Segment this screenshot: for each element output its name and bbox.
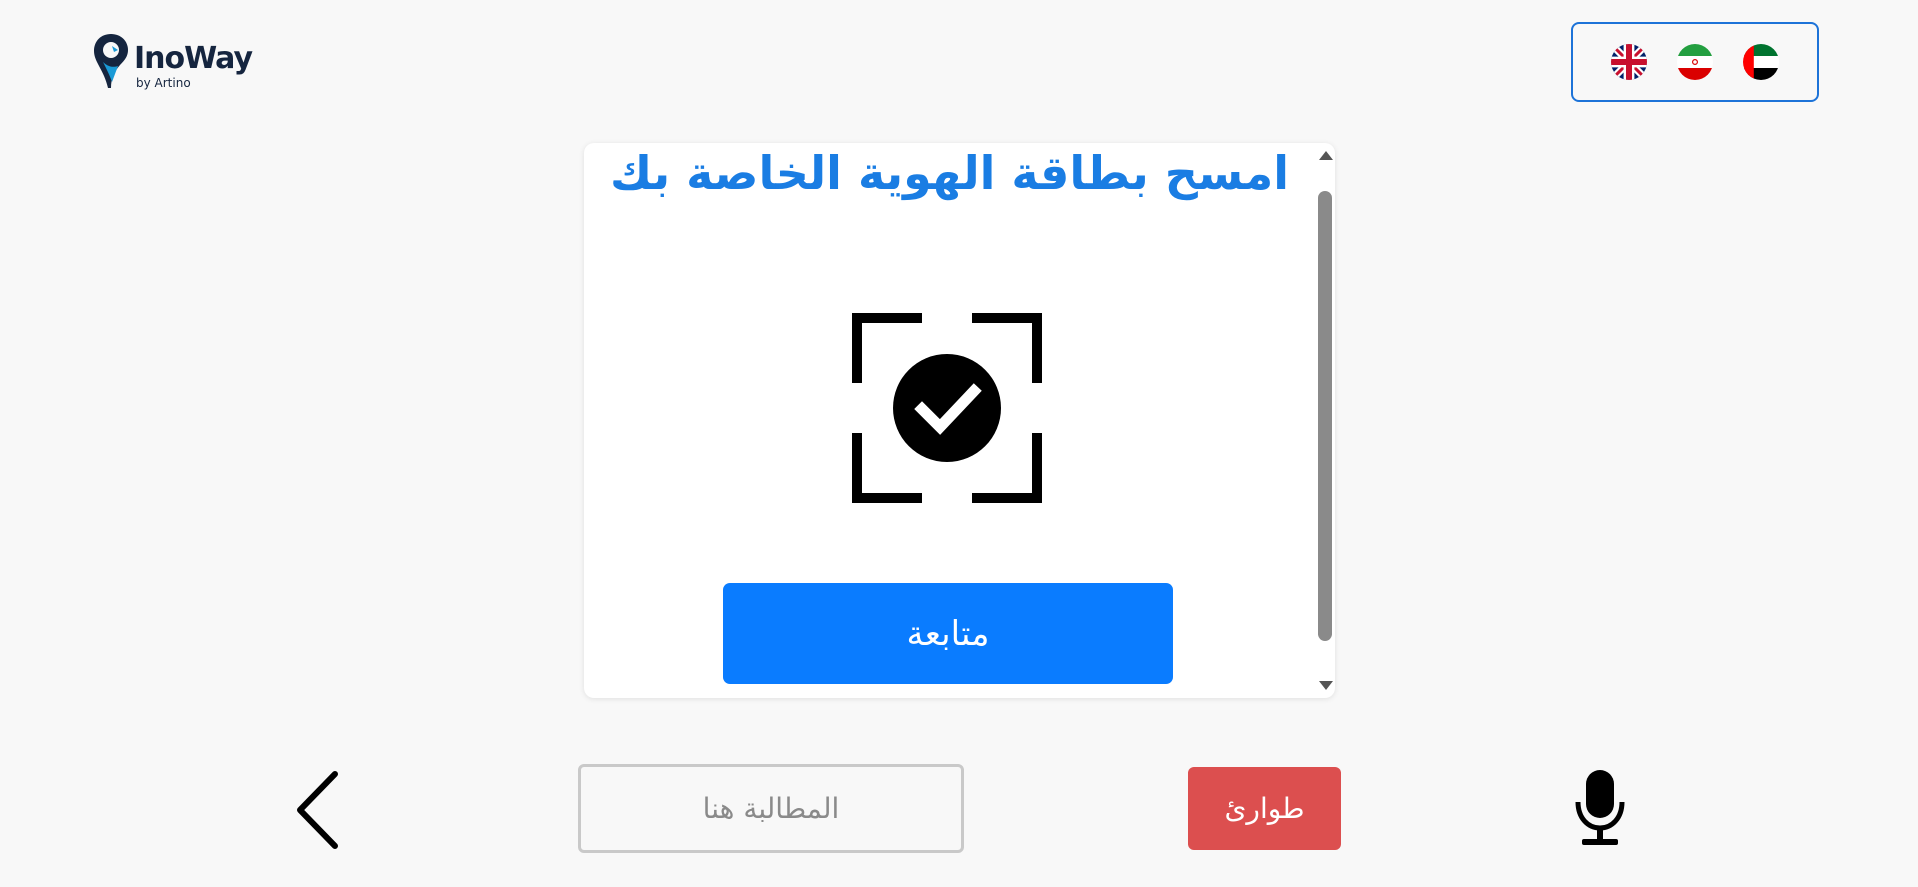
inoway-logo: InoWay by Artino <box>92 32 253 90</box>
iran-flag-icon[interactable] <box>1677 44 1713 80</box>
scroll-down-arrow-icon[interactable] <box>1319 681 1333 690</box>
emergency-button[interactable]: طوارئ <box>1188 767 1341 850</box>
chevron-left-icon[interactable] <box>290 768 350 852</box>
microphone-icon[interactable] <box>1572 768 1628 848</box>
uk-flag-icon[interactable] <box>1611 44 1647 80</box>
logo-name: InoWay <box>134 41 253 76</box>
language-selector <box>1571 22 1819 102</box>
logo-subtitle: by Artino <box>136 76 191 90</box>
card-scrollbar[interactable] <box>1315 143 1335 698</box>
uae-flag-icon[interactable] <box>1743 44 1779 80</box>
kiosk-screen: InoWay by Artino امسح بطاقة الهوية الخاص… <box>0 0 1918 887</box>
page-title: امسح بطاقة الهوية الخاصة بك <box>610 146 1289 200</box>
continue-button[interactable]: متابعة <box>723 583 1173 684</box>
scrollbar-thumb[interactable] <box>1318 191 1332 641</box>
location-pin-logo-icon <box>94 34 128 88</box>
scan-id-card-panel: امسح بطاقة الهوية الخاصة بك متابعة <box>584 143 1335 698</box>
scroll-up-arrow-icon[interactable] <box>1319 151 1333 160</box>
scan-check-icon <box>852 313 1042 503</box>
claim-input[interactable] <box>578 764 964 853</box>
